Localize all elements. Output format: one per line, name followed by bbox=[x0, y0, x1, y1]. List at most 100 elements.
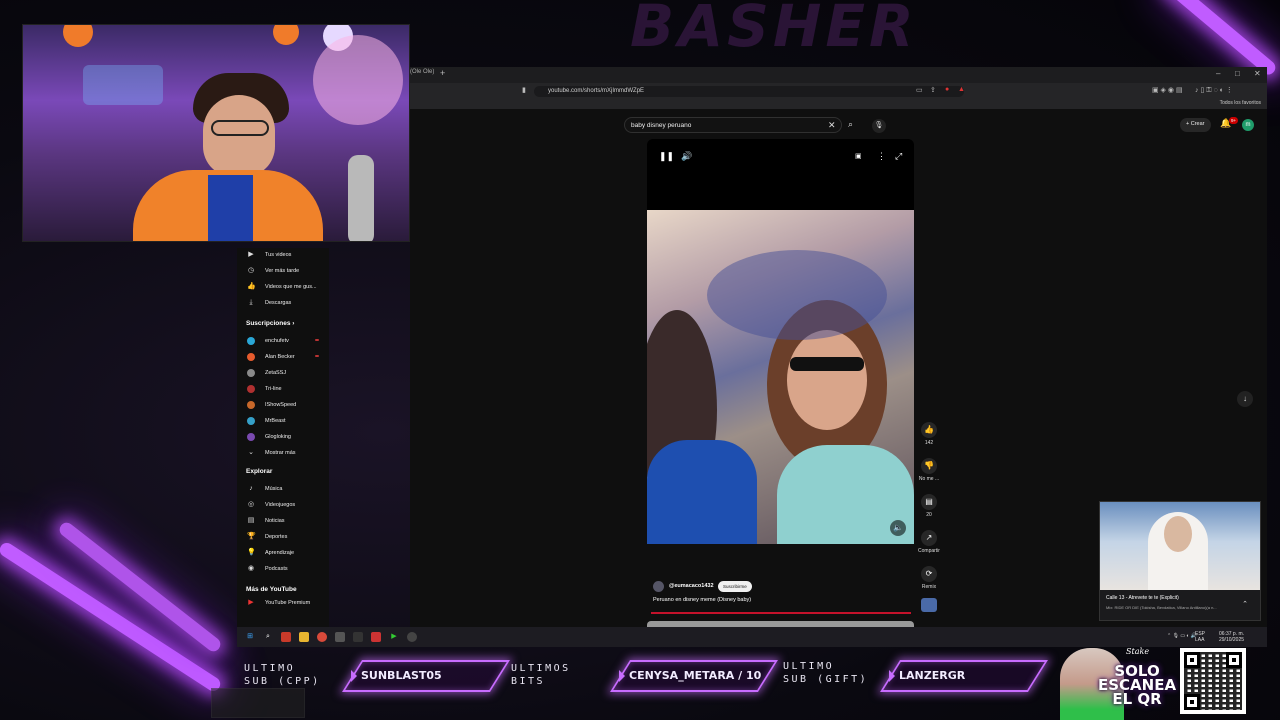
playback-progress[interactable] bbox=[651, 612, 911, 614]
sidebar-item-label: Deportes bbox=[265, 534, 288, 540]
last-gift-name: LANZERGR bbox=[899, 669, 966, 682]
windows-start-icon[interactable]: ⊞ bbox=[245, 632, 255, 642]
share-icon[interactable]: ⇪ bbox=[930, 86, 936, 94]
channel-avatar bbox=[247, 369, 255, 377]
sidebar-item-channel[interactable]: Tri-line bbox=[237, 382, 329, 396]
tray-icons[interactable]: ⌃ 🎙 ▭ ◐ 🔊 bbox=[1167, 633, 1197, 639]
sidebar-item-explore[interactable]: ◎ Videojuegos bbox=[237, 498, 329, 512]
channel-avatar bbox=[247, 385, 255, 393]
chevron-down-icon: ⌄ bbox=[248, 449, 254, 456]
video-woman-face bbox=[787, 330, 867, 430]
sidebar-item-icon: 🏆 bbox=[247, 533, 256, 540]
show-more-button[interactable]: ⌄ Mostrar más bbox=[237, 446, 329, 460]
sidebar-item-channel[interactable]: enchufetv bbox=[237, 334, 329, 348]
thumbs-up-icon: 👍 bbox=[921, 422, 937, 438]
extension-icon-2[interactable]: ▲ bbox=[958, 86, 965, 93]
comments-button[interactable]: ▤ 20 bbox=[915, 494, 943, 518]
subscribe-button[interactable]: Suscribirme bbox=[718, 581, 752, 592]
video-shirt-blue bbox=[647, 440, 757, 544]
pause-icon[interactable]: ❚❚ bbox=[659, 151, 674, 162]
taskbar-app-icon[interactable] bbox=[335, 632, 345, 642]
create-button[interactable]: + Crear bbox=[1180, 118, 1211, 132]
chrome-icon[interactable] bbox=[317, 632, 327, 642]
channel-avatar[interactable] bbox=[653, 581, 664, 592]
dislike-button[interactable]: 👎 No me ... bbox=[915, 458, 943, 482]
taskbar-app-icon[interactable] bbox=[353, 632, 363, 642]
sidebar-item-channel[interactable]: ZetaSSJ bbox=[237, 366, 329, 380]
taskbar-search-icon[interactable]: ⌕ bbox=[263, 632, 273, 642]
subscriptions-header[interactable]: Suscripciones › bbox=[246, 320, 294, 327]
video-woman-sunglasses bbox=[790, 357, 864, 371]
sidebar-item-premium[interactable]: ▶ YouTube Premium bbox=[237, 596, 329, 610]
chevron-up-icon[interactable]: ⌃ bbox=[1242, 600, 1248, 608]
new-tab-button[interactable]: + bbox=[440, 68, 445, 78]
qr-corner bbox=[1184, 652, 1200, 668]
clear-search-icon[interactable]: ✕ bbox=[828, 120, 836, 131]
sidebar-item-explore[interactable]: 🏆 Deportes bbox=[237, 530, 329, 544]
mic-icon[interactable]: 🎙 bbox=[872, 119, 886, 133]
minimize-button[interactable]: – bbox=[1216, 69, 1220, 78]
dislike-label: No me ... bbox=[918, 476, 940, 482]
search-input[interactable]: baby disney peruano bbox=[624, 117, 842, 133]
video-frame[interactable]: 🔈 bbox=[647, 210, 914, 544]
share-button[interactable]: ↗ Compartir bbox=[915, 530, 943, 554]
sidebar-item[interactable]: ◷ Ver más tarde bbox=[237, 264, 329, 278]
last-sub-name: SUNBLAST05 bbox=[361, 669, 442, 682]
sidebar-item-label: enchufetv bbox=[265, 338, 289, 344]
avatar[interactable]: m bbox=[1242, 119, 1254, 131]
more-icon[interactable]: ⋮ bbox=[877, 151, 886, 162]
keyboard-language[interactable]: ESP LAA bbox=[1195, 631, 1205, 643]
tab-title[interactable]: (Ole Ole) bbox=[410, 69, 434, 75]
cam-decor-tree bbox=[313, 35, 403, 125]
channel-name[interactable]: @eumacaco1432 bbox=[669, 583, 714, 589]
channel-avatar bbox=[247, 433, 255, 441]
clock[interactable]: 06:37 p. m. 29/10/2025 bbox=[1219, 631, 1244, 643]
cam-balloon bbox=[63, 25, 93, 47]
sidebar-item[interactable]: ⤓ Descargas bbox=[237, 296, 329, 310]
last-sub-label: ULTIMO SUB (CPP) bbox=[244, 663, 321, 687]
search-icon[interactable]: ⌕ bbox=[848, 119, 853, 130]
next-short-button[interactable]: ↓ bbox=[1237, 391, 1253, 407]
sidebar-item-icon: ◉ bbox=[247, 565, 255, 572]
toolbar-icons-2[interactable]: ♪ ▯ ⚿ ◌ ◐ ⋮ bbox=[1195, 86, 1233, 95]
sidebar-item-explore[interactable]: ◉ Podcasts bbox=[237, 562, 329, 576]
bookmark-icon[interactable]: ▮ bbox=[522, 86, 526, 94]
toolbar-icons[interactable]: ▣ ◈ ◉ ▤ bbox=[1152, 86, 1183, 94]
share-arrow-icon: ↗ bbox=[921, 530, 937, 546]
close-button[interactable]: ✕ bbox=[1254, 69, 1261, 78]
maximize-button[interactable]: □ bbox=[1235, 69, 1240, 78]
cast-icon[interactable]: ▭ bbox=[916, 86, 923, 94]
fullscreen-icon[interactable]: ⤢ bbox=[895, 151, 902, 162]
sidebar-item-explore[interactable]: 💡 Aprendizaje bbox=[237, 546, 329, 560]
sidebar-item-label: IShowSpeed bbox=[265, 402, 297, 408]
sidebar-item-channel[interactable]: IShowSpeed bbox=[237, 398, 329, 412]
video-mute-icon[interactable]: 🔈 bbox=[890, 520, 906, 536]
volume-icon[interactable]: 🔊 bbox=[681, 151, 692, 162]
captions-icon[interactable]: ▣ bbox=[855, 152, 862, 160]
last-bits-label: ULTIMOS BITS bbox=[511, 663, 571, 687]
taskbar-app-icon[interactable] bbox=[371, 632, 381, 642]
url-field[interactable]: youtube.com/shorts/mXjImmdWZpE bbox=[534, 86, 964, 97]
sidebar-item-channel[interactable]: Alan Becker bbox=[237, 350, 329, 364]
shorts-player[interactable]: ❚❚ 🔊 ▣ ⋮ ⤢ 🔈 bbox=[647, 139, 914, 544]
remix-button[interactable]: ⟳ Remix bbox=[915, 566, 943, 590]
sidebar-item-explore[interactable]: ▤ Noticias bbox=[237, 514, 329, 528]
channel-avatar bbox=[247, 337, 255, 345]
extension-icon[interactable]: ● bbox=[945, 86, 949, 93]
last-gift-label: ULTIMO SUB (GIFT) bbox=[783, 661, 869, 685]
sidebar-item-channel[interactable]: MrBeast bbox=[237, 414, 329, 428]
taskbar-app-icon[interactable] bbox=[281, 632, 291, 642]
like-button[interactable]: 👍 142 bbox=[915, 422, 943, 446]
sidebar-item-explore[interactable]: ♪ Música bbox=[237, 482, 329, 496]
obs-icon[interactable] bbox=[407, 632, 417, 642]
cam-person-undershirt bbox=[208, 175, 253, 241]
sidebar-item-channel[interactable]: Glogloking bbox=[237, 430, 329, 444]
folder-icon[interactable] bbox=[299, 632, 309, 642]
all-bookmarks-link[interactable]: Todos los favoritos bbox=[1220, 100, 1261, 106]
audio-thumbnail[interactable] bbox=[921, 598, 937, 612]
qr-corner bbox=[1184, 694, 1200, 710]
play-icon[interactable]: ▶ bbox=[389, 632, 399, 642]
sidebar-item[interactable]: ▶ Tus videos bbox=[237, 248, 329, 262]
music-mini-player[interactable]: Calle 13 - Atrevete te te (Explicit) Mix… bbox=[1099, 501, 1261, 621]
sidebar-item[interactable]: 👍 Videos que me gus... bbox=[237, 280, 329, 294]
